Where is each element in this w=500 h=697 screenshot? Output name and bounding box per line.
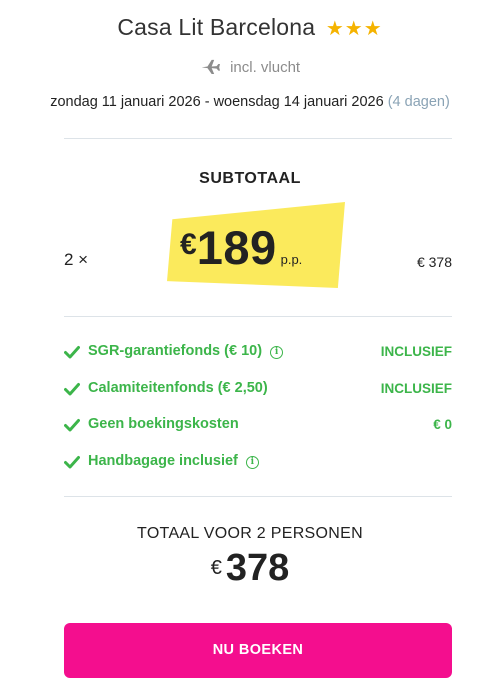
subtotal-amount: € 378 — [416, 254, 452, 270]
feature-label: Calamiteitenfonds (€ 2,50) — [88, 380, 268, 396]
feature-sgr: SGR-garantiefonds (€ 10) i INCLUSIEF — [64, 343, 452, 365]
check-icon — [64, 383, 80, 396]
feature-status: INCLUSIEF — [380, 344, 452, 359]
subtotal-heading: SUBTOTAAL — [199, 170, 301, 187]
total-amount: 378 — [225, 547, 290, 589]
check-icon — [64, 419, 80, 432]
total-currency: € — [210, 557, 222, 579]
traveler-quantity: 2 × — [64, 250, 89, 269]
trip-duration: (4 dagen) — [387, 94, 450, 110]
feature-status: € 0 — [433, 417, 452, 432]
feature-calamiteitenfonds: Calamiteitenfonds (€ 2,50) INCLUSIEF — [64, 380, 452, 402]
feature-hand-luggage: Handbagage inclusief i — [64, 453, 452, 475]
book-now-button[interactable]: NU BOEKEN — [64, 623, 452, 678]
feature-label: SGR-garantiefonds (€ 10) — [88, 343, 263, 359]
date-range: zondag 11 januari 2026 - woensdag 14 jan… — [50, 94, 384, 110]
total-heading: TOTAAL VOOR 2 PERSONEN — [137, 525, 363, 542]
per-person-label: p.p. — [280, 252, 303, 267]
divider — [64, 316, 452, 317]
airplane-icon — [201, 59, 220, 74]
price-amount: 189 — [196, 221, 277, 274]
total-price: €378 — [0, 547, 500, 590]
price-currency: € — [180, 228, 197, 261]
divider — [64, 496, 452, 497]
price-per-person: €189 p.p. — [180, 220, 302, 275]
feature-status: INCLUSIEF — [380, 381, 452, 396]
flight-note: incl. vlucht — [230, 59, 301, 76]
feature-label: Handbagage inclusief — [88, 453, 238, 469]
info-icon[interactable]: i — [270, 346, 284, 359]
star-rating-icon: ★★★ — [325, 18, 383, 40]
check-icon — [64, 456, 80, 469]
check-icon — [64, 346, 80, 359]
feature-label: Geen boekingskosten — [88, 416, 239, 432]
divider — [64, 138, 452, 139]
hotel-name: Casa Lit Barcelona — [117, 14, 316, 40]
flight-included: incl. vlucht — [0, 58, 500, 76]
feature-booking-costs: Geen boekingskosten € 0 — [64, 416, 452, 438]
hotel-title: Casa Lit Barcelona ★★★ — [0, 14, 500, 41]
travel-dates: zondag 11 januari 2026 - woensdag 14 jan… — [0, 94, 500, 110]
info-icon[interactable]: i — [245, 456, 259, 469]
